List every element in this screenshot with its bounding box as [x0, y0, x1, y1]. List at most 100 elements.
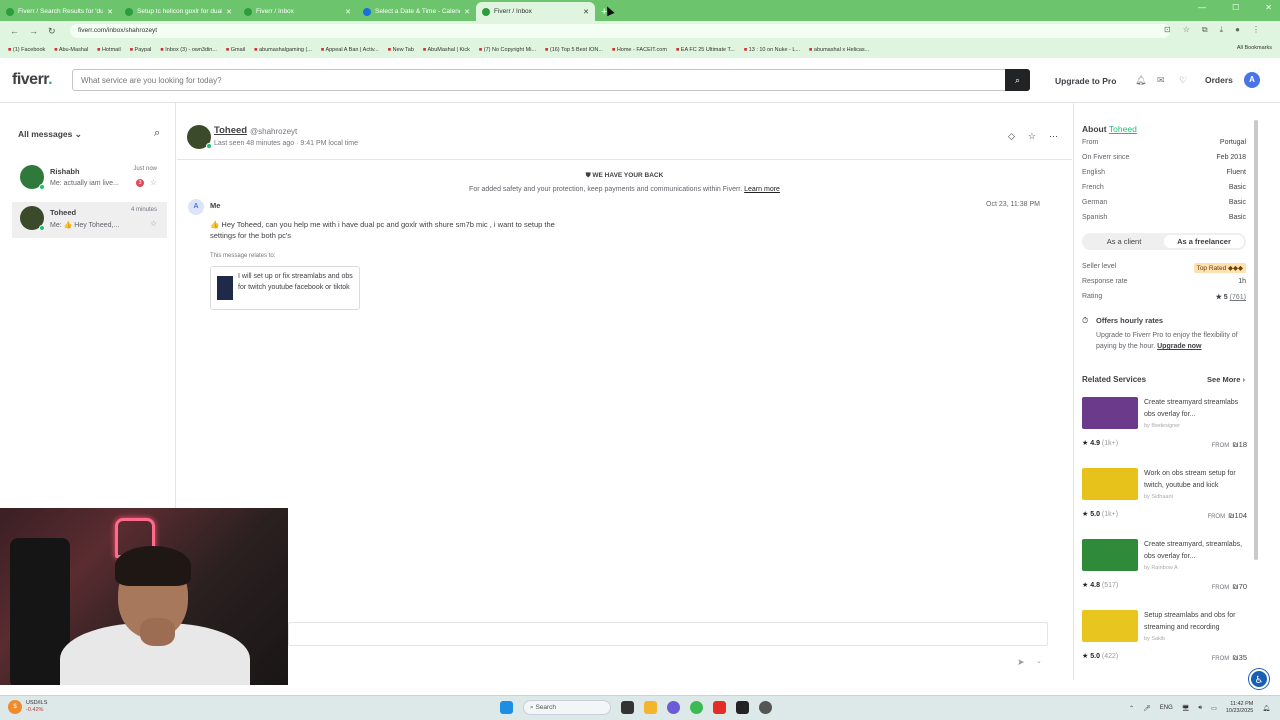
- as-freelancer-tab[interactable]: As a freelancer: [1164, 235, 1244, 248]
- gig-card[interactable]: I will set up or fix streamlabs and obs …: [210, 266, 360, 310]
- battery-icon[interactable]: ▭: [1211, 705, 1217, 712]
- mail-icon[interactable]: ✉: [1157, 75, 1165, 86]
- forward-icon[interactable]: →: [29, 26, 38, 36]
- browser-tab[interactable]: Setup tc helicon goxlr for dual ✕: [119, 2, 238, 21]
- browser-tab[interactable]: Fiverr / Search Results for 'dual ✕: [0, 2, 119, 21]
- related-service-card[interactable]: Setup streamlabs and obs for streaming a…: [1082, 610, 1247, 670]
- shield-icon: ⛊: [585, 172, 591, 179]
- bookmark-item[interactable]: (7) No Copyright Mi...: [479, 47, 536, 53]
- network-icon[interactable]: 🖥︎: [1182, 705, 1190, 712]
- windows-start-icon[interactable]: [500, 701, 513, 714]
- discord-icon[interactable]: [667, 701, 680, 714]
- install-icon[interactable]: ⊡: [1164, 25, 1171, 35]
- bookmark-item[interactable]: 13 : 10 on Nuke - L...: [744, 47, 800, 53]
- minimize-icon[interactable]: —: [1198, 3, 1206, 12]
- star-icon[interactable]: ☆: [150, 178, 157, 187]
- settings-icon[interactable]: [759, 701, 772, 714]
- all-bookmarks[interactable]: All Bookmarks: [1237, 45, 1272, 51]
- maximize-icon[interactable]: ☐: [1232, 3, 1239, 12]
- chrome-icon[interactable]: [690, 701, 703, 714]
- learn-more-link[interactable]: Learn more: [744, 186, 780, 193]
- bookmark-item[interactable]: abumashal x Helicas...: [809, 47, 869, 53]
- obs-icon[interactable]: [736, 701, 749, 714]
- bookmark-item[interactable]: Home - FACEIT.com: [612, 47, 667, 53]
- reload-icon[interactable]: ↻: [48, 26, 56, 37]
- browser-tab[interactable]: Fiverr / Inbox ✕: [238, 2, 357, 21]
- url-field[interactable]: fiverr.com/inbox/shahrozeyt: [70, 24, 1170, 38]
- panel-scrollbar[interactable]: [1254, 120, 1258, 560]
- related-service-card[interactable]: Create streamyard streamlabs obs overlay…: [1082, 397, 1247, 457]
- close-window-icon[interactable]: ✕: [1265, 3, 1272, 12]
- bookmark-item[interactable]: New Tab: [388, 47, 414, 53]
- fiverr-logo[interactable]: fiverr.: [12, 71, 53, 89]
- bookmark-item[interactable]: AbuMashal | Kick: [423, 47, 469, 53]
- upgrade-to-pro-link[interactable]: Upgrade to Pro: [1055, 76, 1116, 86]
- volume-icon[interactable]: 🔊︎: [1198, 705, 1202, 712]
- youtube-icon[interactable]: [713, 701, 726, 714]
- service-price: FROM ₪18: [1212, 440, 1247, 449]
- close-tab-icon[interactable]: ✕: [345, 8, 351, 16]
- bookmark-item[interactable]: Appeal A Ban | Activ...: [321, 47, 378, 53]
- bookmark-item[interactable]: (16) Top 5 Best ION...: [545, 47, 603, 53]
- search-input[interactable]: [73, 70, 993, 90]
- orders-link[interactable]: Orders: [1205, 75, 1233, 85]
- notifications-icon[interactable]: 🔔︎: [1262, 705, 1270, 712]
- search-button[interactable]: ⌕: [1005, 69, 1030, 91]
- related-service-card[interactable]: Work on obs stream setup for twitch, you…: [1082, 468, 1247, 528]
- browser-tab-active[interactable]: Fiverr / Inbox ✕: [476, 2, 595, 21]
- close-tab-icon[interactable]: ✕: [464, 8, 470, 16]
- all-messages-dropdown[interactable]: All messages ⌄: [18, 129, 82, 140]
- chat-username[interactable]: Toheed: [214, 125, 247, 136]
- ticker-widget[interactable]: $ USD/ILS -0.42%: [8, 700, 47, 714]
- microphone-icon[interactable]: 🎤︎: [1143, 705, 1151, 712]
- bookmark-item[interactable]: Paypal: [130, 47, 152, 53]
- file-explorer-icon[interactable]: [644, 701, 657, 714]
- message-time: Oct 23, 11:38 PM: [986, 201, 1040, 208]
- bookmark-item[interactable]: Inbox (3) - own3din...: [160, 47, 217, 53]
- see-more-link[interactable]: See More ›: [1207, 375, 1245, 384]
- bookmark-item[interactable]: Gmail: [226, 47, 245, 53]
- browser-tab[interactable]: Select a Date & Time - Calendly ✕: [357, 2, 476, 21]
- bookmark-item[interactable]: (1) Facebook: [8, 47, 45, 53]
- search-icon[interactable]: ⌕: [154, 127, 160, 140]
- chevron-up-icon[interactable]: ⌃: [1129, 705, 1134, 712]
- avatar[interactable]: A: [1244, 72, 1260, 88]
- heart-icon[interactable]: ♡: [1179, 75, 1187, 86]
- rating-count[interactable]: (761): [1230, 294, 1246, 301]
- bookmark-item[interactable]: EA FC 25 Ultimate T...: [676, 47, 735, 53]
- as-client-tab[interactable]: As a client: [1084, 235, 1164, 248]
- menu-icon[interactable]: ⋮: [1252, 25, 1260, 35]
- profile-icon[interactable]: ●: [1235, 25, 1240, 35]
- bookmark-star-icon[interactable]: ☆: [1183, 25, 1190, 35]
- taskbar-search[interactable]: ⌕ Search: [523, 700, 611, 715]
- related-service-card[interactable]: Create streamyard, streamlabs, obs overl…: [1082, 539, 1247, 599]
- star-icon[interactable]: ☆: [1028, 131, 1036, 142]
- close-tab-icon[interactable]: ✕: [226, 8, 232, 16]
- task-view-icon[interactable]: [621, 701, 634, 714]
- accessibility-icon[interactable]: ♿︎: [1249, 669, 1269, 689]
- bookmark-item[interactable]: abumashalgaming (...: [254, 47, 312, 53]
- language-indicator[interactable]: ENG: [1160, 705, 1173, 711]
- service-thumbnail: [1082, 539, 1138, 571]
- conversation-item-selected[interactable]: Toheed Me: 👍 Hey Toheed,... 4 minutes ☆: [12, 202, 167, 238]
- star-icon[interactable]: ☆: [150, 219, 157, 228]
- more-icon[interactable]: ⋯: [1049, 131, 1058, 142]
- bookmark-item[interactable]: Hotmail: [97, 47, 121, 53]
- send-icon[interactable]: ➤: [1017, 657, 1025, 668]
- about-user-link[interactable]: Toheed: [1109, 124, 1137, 134]
- close-tab-icon[interactable]: ✕: [107, 8, 113, 16]
- conversation-item[interactable]: Rishabh Me: actually iam live... Just no…: [12, 161, 167, 197]
- extensions-icon[interactable]: ⧉: [1202, 25, 1208, 35]
- window-controls: — ☐ ✕: [1198, 3, 1272, 12]
- chevron-down-icon[interactable]: ⌄: [1036, 657, 1042, 665]
- message-composer[interactable]: [288, 622, 1048, 646]
- upgrade-now-link[interactable]: Upgrade now: [1157, 343, 1201, 350]
- bell-icon[interactable]: 🔔︎: [1135, 75, 1146, 86]
- back-icon[interactable]: ←: [10, 26, 19, 36]
- service-title: Work on obs stream setup for twitch, you…: [1144, 470, 1236, 489]
- label-icon[interactable]: ◇: [1008, 131, 1015, 142]
- close-tab-icon[interactable]: ✕: [583, 8, 589, 16]
- bookmark-item[interactable]: Abu-Mashal: [54, 47, 88, 53]
- clock[interactable]: 11:42 PM 10/23/2025: [1226, 701, 1254, 715]
- downloads-icon[interactable]: ⤓: [1220, 25, 1224, 35]
